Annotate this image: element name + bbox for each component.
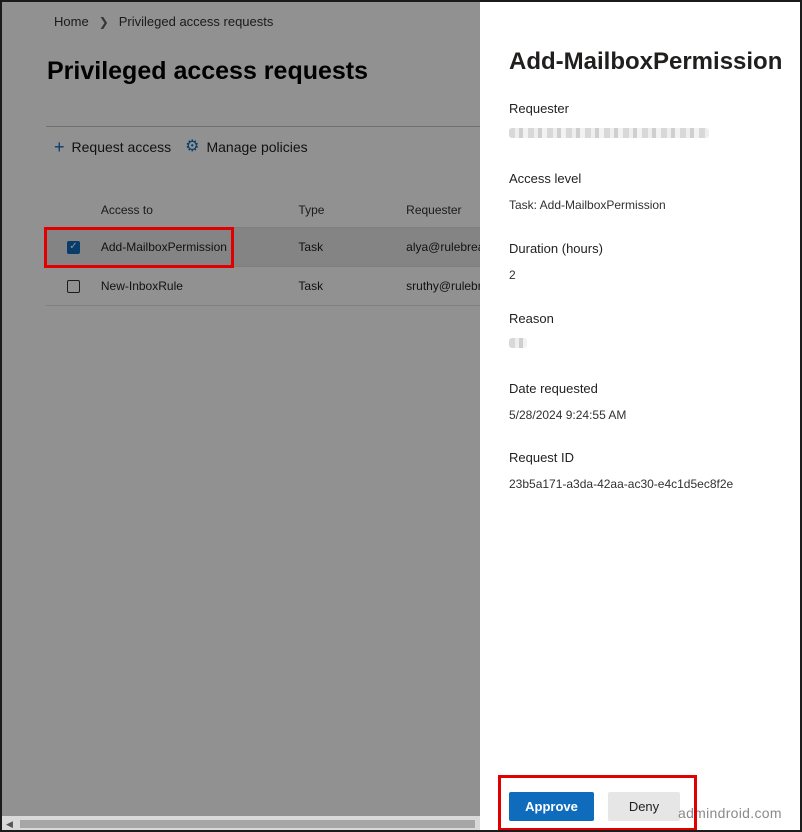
field-value: 2 <box>509 268 516 282</box>
access-level-field: Access level Task: Add-MailboxPermission <box>509 171 666 212</box>
field-label: Date requested <box>509 381 598 396</box>
field-label: Duration (hours) <box>509 241 603 256</box>
field-label: Request ID <box>509 450 575 465</box>
deny-button[interactable]: Deny <box>608 792 680 821</box>
field-label: Access level <box>509 171 582 186</box>
date-requested-field: Date requested 5/28/2024 9:24:55 AM <box>509 381 626 422</box>
request-details-panel: Add-MailboxPermission Requester Access l… <box>480 2 800 830</box>
panel-title: Add-MailboxPermission <box>509 48 783 75</box>
field-label: Requester <box>509 101 569 116</box>
approve-button[interactable]: Approve <box>509 792 594 821</box>
scroll-left-icon[interactable]: ◀ <box>6 819 13 830</box>
reason-field: Reason <box>509 311 554 348</box>
field-label: Reason <box>509 311 554 326</box>
horizontal-scrollbar[interactable]: ◀ <box>2 816 480 830</box>
watermark: admindroid.com <box>678 805 782 821</box>
field-value: 23b5a171-a3da-42aa-ac30-e4c1d5ec8f2e <box>509 477 734 491</box>
modal-dim-overlay[interactable] <box>2 2 480 830</box>
field-value: 5/28/2024 9:24:55 AM <box>509 408 627 422</box>
redacted-value <box>509 128 709 138</box>
duration-field: Duration (hours) 2 <box>509 241 603 282</box>
request-id-field: Request ID 23b5a171-a3da-42aa-ac30-e4c1d… <box>509 450 733 491</box>
screenshot-frame: Home ❯ Privileged access requests Privil… <box>0 0 802 832</box>
redacted-value <box>509 338 527 348</box>
scrollbar-thumb[interactable] <box>20 820 475 828</box>
field-value: Task: Add-MailboxPermission <box>509 198 666 212</box>
requester-field: Requester <box>509 101 709 138</box>
